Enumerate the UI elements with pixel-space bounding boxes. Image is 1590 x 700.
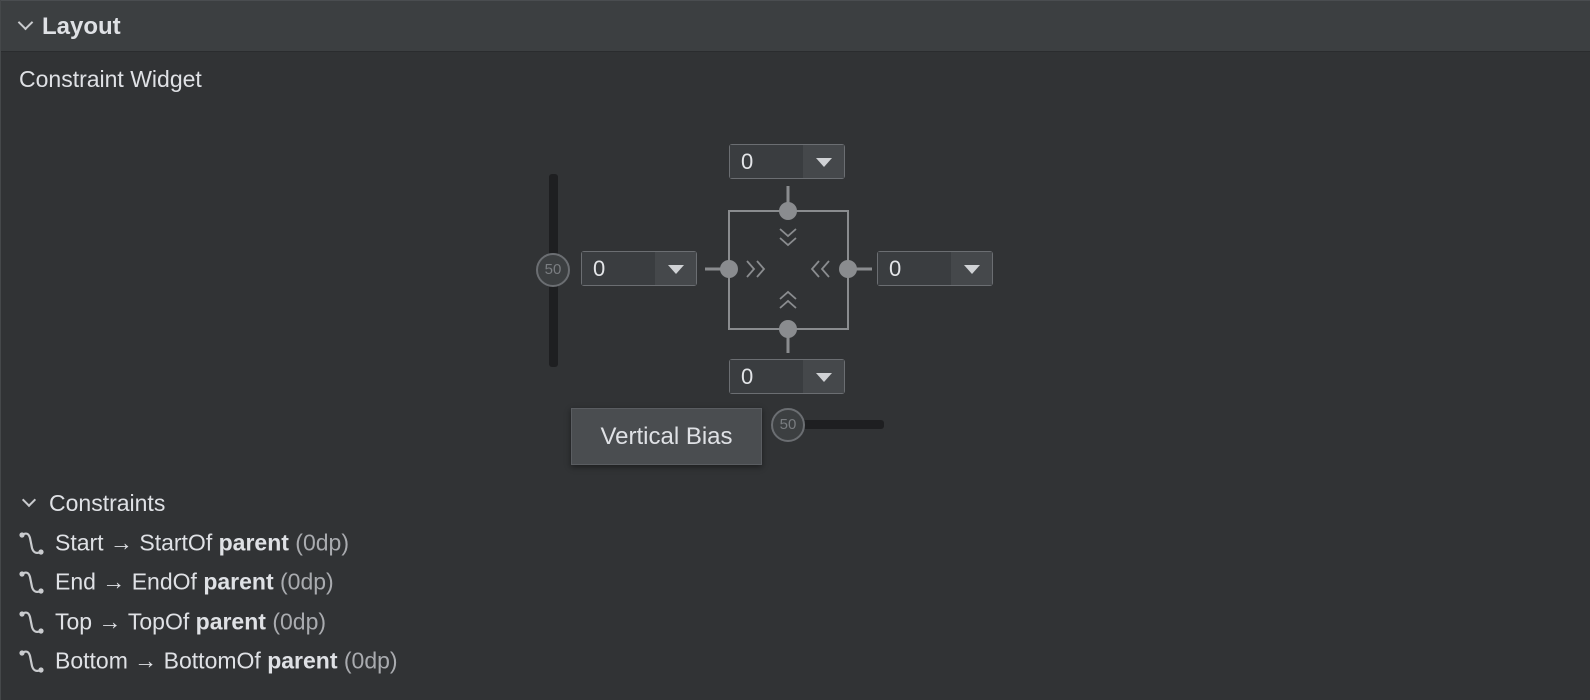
constraint-row-bottom[interactable]: Bottom → BottomOf parent (0dp) [17,646,398,676]
arrow: → [102,568,126,595]
bottom-margin-value[interactable]: 0 [730,360,804,393]
chevron-right-icon [746,260,766,278]
right-anchor[interactable] [839,260,857,278]
vertical-bias-tooltip: Vertical Bias [571,408,762,465]
arrow: → [98,608,122,635]
layout-section-header[interactable]: Layout [1,0,1590,52]
constraint-ref: parent [267,647,338,674]
top-margin-combo[interactable]: 0 [729,144,845,179]
constraint-side: Start [55,529,104,556]
constraints-section-title[interactable]: Constraints [49,490,165,517]
chevron-down-icon[interactable] [17,14,34,31]
top-margin-dropdown-button[interactable] [803,145,844,178]
constraint-widget-label: Constraint Widget [19,66,202,92]
attributes-panel: Layout Constraint Widget 50 0 0 0 0 50 V… [0,0,1590,700]
bottom-margin-combo[interactable]: 0 [729,359,845,394]
constraint-margin: (0dp) [343,647,398,674]
constraint-margin: (0dp) [295,529,349,556]
constraint-target: StartOf [139,529,213,556]
right-margin-combo[interactable]: 0 [877,251,993,286]
vertical-bias-slider-knob[interactable]: 50 [536,253,570,287]
chevron-left-icon [810,260,830,278]
horizontal-bias-slider-knob[interactable]: 50 [771,408,805,442]
triangle-down-icon [668,265,684,274]
widget-bounds [728,210,849,330]
constraint-ref: parent [203,568,274,595]
left-margin-value[interactable]: 0 [582,252,656,285]
constraint-margin: (0dp) [280,568,334,595]
constraint-row-start[interactable]: Start → StartOf parent (0dp) [17,528,349,558]
constraint-ref: parent [218,529,289,556]
left-anchor[interactable] [720,260,738,278]
chevron-up-icon [779,290,797,309]
triangle-down-icon [816,158,832,167]
left-margin-dropdown-button[interactable] [655,252,696,285]
left-margin-combo[interactable]: 0 [581,251,697,286]
constraint-target: TopOf [127,608,190,635]
arrow: → [109,529,133,556]
constraint-widget-diagram [705,186,872,353]
constraint-link-icon [19,611,44,634]
constraint-link-icon [19,650,44,673]
section-title: Layout [42,13,121,40]
constraint-link-icon [19,571,44,594]
constraint-row-end[interactable]: End → EndOf parent (0dp) [17,567,334,597]
right-margin-dropdown-button[interactable] [951,252,992,285]
chevron-down-icon [779,228,797,247]
constraint-side: End [55,568,96,595]
constraint-row-top[interactable]: Top → TopOf parent (0dp) [17,607,326,637]
chevron-down-icon[interactable] [21,492,37,508]
constraint-target: EndOf [131,568,197,595]
arrow: → [134,647,158,674]
bottom-margin-dropdown-button[interactable] [803,360,844,393]
constraint-target: BottomOf [163,647,261,674]
triangle-down-icon [964,265,980,274]
constraint-ref: parent [195,608,266,635]
triangle-down-icon [816,373,832,382]
constraint-side: Top [55,608,93,635]
top-anchor[interactable] [779,202,797,220]
constraint-margin: (0dp) [272,608,327,635]
bottom-anchor[interactable] [779,320,797,338]
constraint-link-icon [19,532,44,555]
constraint-side: Bottom [55,647,128,674]
top-margin-value[interactable]: 0 [730,145,804,178]
